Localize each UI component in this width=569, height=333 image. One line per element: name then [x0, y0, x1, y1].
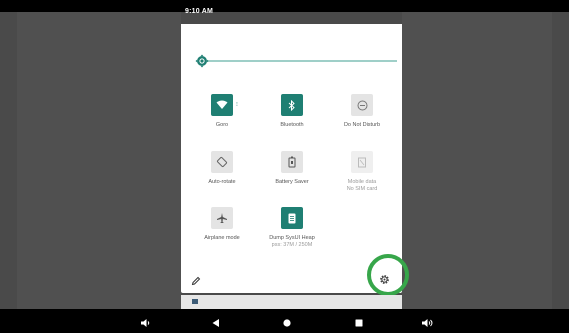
- volume-down-button[interactable]: [134, 313, 158, 333]
- tile-label: Auto-rotate: [208, 179, 236, 185]
- brightness-track[interactable]: [207, 60, 397, 62]
- expand-arrow-icon[interactable]: ⁝: [236, 101, 238, 108]
- volume-up-icon: [422, 319, 433, 327]
- tile-wifi[interactable]: ⁝ Goro: [187, 94, 257, 129]
- tile-label: Goro: [215, 122, 229, 128]
- tile-label: Mobile data: [347, 179, 377, 185]
- status-time: 9:10 AM: [185, 8, 213, 15]
- recents-icon: [355, 319, 363, 327]
- tile-do-not-disturb[interactable]: Do Not Disturb: [327, 94, 397, 129]
- tile-label: Airplane mode: [204, 235, 240, 241]
- brightness-slider[interactable]: [195, 54, 397, 68]
- back-icon: [212, 319, 219, 327]
- airplane-icon[interactable]: [211, 207, 233, 229]
- back-button[interactable]: [204, 313, 228, 333]
- brightness-icon[interactable]: [195, 54, 209, 68]
- tile-battery-saver[interactable]: Battery Saver: [257, 151, 327, 186]
- tile-bluetooth[interactable]: Bluetooth: [257, 94, 327, 129]
- edit-icon[interactable]: [191, 276, 201, 286]
- home-icon: [283, 319, 291, 327]
- battery-saver-icon[interactable]: [281, 151, 303, 173]
- tile-label: Battery Saver: [275, 179, 309, 185]
- quick-settings-panel: ⁝ Goro Bluetooth Do Not Disturb Auto-rot…: [181, 24, 402, 293]
- tile-label: Dump SysUI Heap: [269, 235, 315, 241]
- heap-dump-icon[interactable]: [281, 207, 303, 229]
- bluetooth-icon[interactable]: [281, 94, 303, 116]
- recents-button[interactable]: [347, 313, 371, 333]
- right-background-pane: [402, 12, 552, 309]
- auto-rotate-icon[interactable]: [211, 151, 233, 173]
- gear-icon[interactable]: [379, 274, 390, 285]
- tile-label: Bluetooth: [280, 122, 304, 128]
- tile-sublabel: No SIM card: [346, 186, 378, 192]
- volume-up-button[interactable]: [416, 313, 440, 333]
- notification-strip[interactable]: [181, 295, 402, 309]
- tile-mobile-data[interactable]: Mobile data No SIM card: [327, 151, 397, 193]
- tile-label: Do Not Disturb: [343, 122, 381, 128]
- mobile-data-icon[interactable]: [351, 151, 373, 173]
- left-background-pane: [17, 12, 181, 309]
- navigation-bar: [0, 313, 569, 333]
- status-bar: 9:10 AM: [0, 0, 569, 24]
- tile-sublabel: pss: 37M / 250M: [271, 242, 313, 248]
- wifi-icon[interactable]: ⁝: [211, 94, 238, 116]
- home-button[interactable]: [275, 313, 299, 333]
- tile-dump-sysui-heap[interactable]: Dump SysUI Heap pss: 37M / 250M: [257, 207, 327, 249]
- volume-down-icon: [141, 319, 150, 327]
- tile-auto-rotate[interactable]: Auto-rotate: [187, 151, 257, 186]
- notification-icon: [192, 299, 198, 304]
- settings-button[interactable]: [372, 267, 396, 291]
- do-not-disturb-icon[interactable]: [351, 94, 373, 116]
- tile-airplane-mode[interactable]: Airplane mode: [187, 207, 257, 242]
